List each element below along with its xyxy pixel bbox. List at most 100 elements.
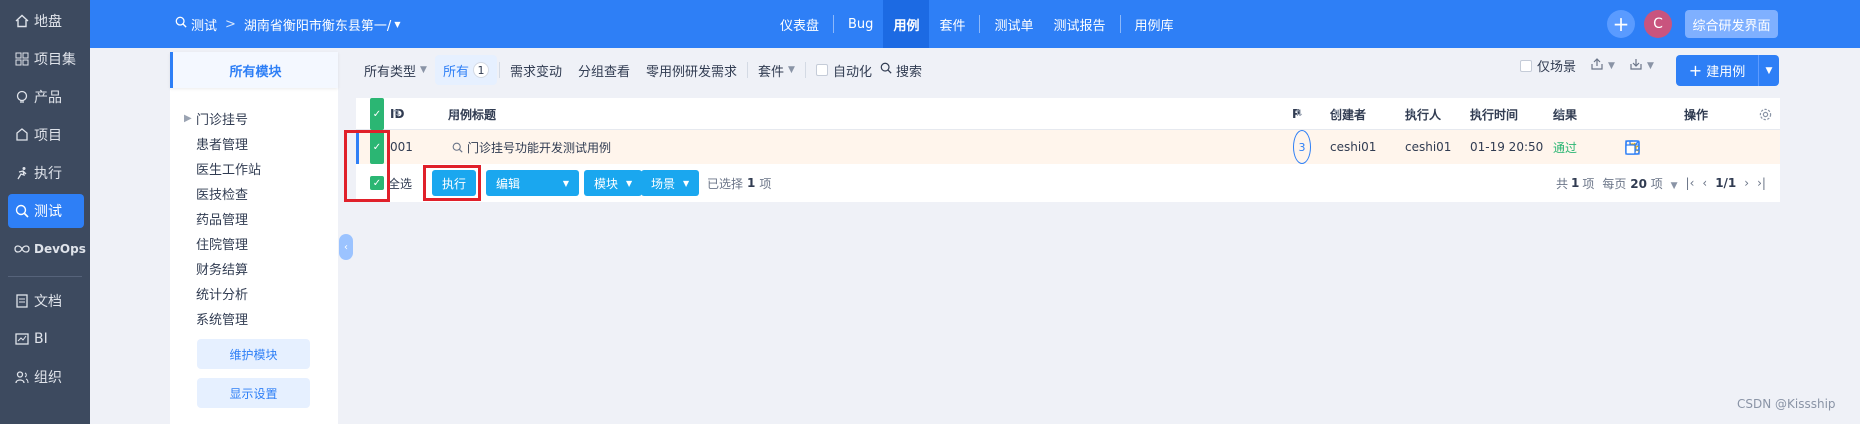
sort-icon: ⇅ <box>451 109 459 119</box>
breadcrumb-product-selector[interactable]: 湖南省衡阳市衡东县第一/ <box>244 15 391 34</box>
page-indicator: 1/1 <box>1715 176 1737 190</box>
sort-icon: ⇅ <box>1333 109 1341 119</box>
collapse-panel-handle[interactable]: ‹ <box>339 234 353 260</box>
filter-story-change[interactable]: 需求变动 <box>502 55 570 85</box>
avatar[interactable]: C <box>1644 10 1672 38</box>
pager: 共 1 项 每页 20 项 ▼ |‹ ‹ 1/1 › ›| <box>1556 175 1766 192</box>
batch-module-button[interactable]: 模块 ▼ <box>584 170 643 196</box>
sidebar-item-test[interactable]: 测试 <box>8 194 84 228</box>
next-page-icon[interactable]: › <box>1744 176 1749 190</box>
sidebar-item-home[interactable]: 地盘 <box>8 4 84 38</box>
zero-case-stories[interactable]: 零用例研发需求 <box>638 55 745 85</box>
sidebar-item-label: 项目 <box>34 128 62 144</box>
caret-right-icon[interactable]: ▶ <box>184 113 196 124</box>
run-icon <box>14 165 30 181</box>
sidebar-item-execution[interactable]: 执行 <box>8 156 84 190</box>
scene-only-checkbox[interactable]: 仅场景 <box>1520 56 1576 75</box>
module-item[interactable]: 财务结算 <box>184 256 261 281</box>
display-settings-button[interactable]: 显示设置 <box>197 378 310 408</box>
suite-filter[interactable]: 套件 ▼ <box>750 55 803 85</box>
nav-suite[interactable]: 套件 <box>929 0 975 48</box>
column-settings-icon[interactable] <box>1759 98 1772 130</box>
sidebar-item-org[interactable]: 组织 <box>8 360 84 394</box>
filter-all[interactable]: 所有 1 <box>434 55 497 85</box>
sidebar-item-project[interactable]: 项目 <box>8 118 84 152</box>
top-nav: 仪表盘 Bug 用例 套件 测试单 测试报告 用例库 <box>770 0 1184 48</box>
project-icon <box>14 127 30 143</box>
checkbox[interactable] <box>815 64 828 76</box>
sidebar-item-label: 文档 <box>34 294 62 310</box>
table-footer: ✓ 全选 执行 编辑 ▼ 模块 ▼ 场景 ▼ 已选择 1 项 共 1 项 每页 20… <box>356 164 1780 202</box>
nav-caselib[interactable]: 用例库 <box>1125 0 1184 48</box>
sidebar-divider <box>8 276 82 277</box>
last-page-icon[interactable]: ›| <box>1757 176 1766 190</box>
nav-testtask[interactable]: 测试单 <box>984 0 1043 48</box>
export-button[interactable]: ▼ <box>1590 57 1615 74</box>
module-item[interactable]: ▶ 门诊挂号 <box>184 106 261 131</box>
plus-icon: + <box>1688 61 1703 80</box>
module-item[interactable]: 医生工作站 <box>184 156 261 181</box>
checkbox[interactable] <box>1520 59 1532 72</box>
table-row[interactable]: ✓ 001 门诊挂号功能开发测试用例 3 ceshi01 ceshi01 01-… <box>356 130 1780 164</box>
nav-bug[interactable]: Bug <box>838 0 883 48</box>
prev-page-icon[interactable]: ‹ <box>1702 176 1707 190</box>
import-button[interactable]: ▼ <box>1629 58 1654 74</box>
create-case-main[interactable]: + 建用例 <box>1676 61 1758 80</box>
group-view[interactable]: 分组查看 <box>570 55 638 85</box>
caret-down-icon: ▼ <box>1608 60 1615 71</box>
caret-down-icon: ▼ <box>420 65 427 75</box>
test-icon <box>14 203 30 219</box>
copy-icon[interactable] <box>1624 130 1640 164</box>
search-icon <box>452 142 463 153</box>
sidebar-item-bi[interactable]: BI <box>8 322 84 356</box>
module-item[interactable]: 系统管理 <box>184 306 261 331</box>
create-case-button[interactable]: + 建用例 ▼ <box>1676 55 1779 86</box>
breadcrumb-root[interactable]: 测试 <box>191 15 217 34</box>
module-item[interactable]: 医技检查 <box>184 181 261 206</box>
import-icon <box>1629 58 1643 74</box>
search-icon <box>880 62 892 78</box>
test-icon <box>175 16 187 32</box>
sidebar-item-doc[interactable]: 文档 <box>8 284 84 318</box>
toolbar-divider <box>498 62 500 78</box>
nav-dashboard[interactable]: 仪表盘 <box>770 0 829 48</box>
module-panel-header[interactable]: 所有模块 <box>170 52 338 88</box>
caret-down-icon: ▼ <box>1670 180 1678 191</box>
search-toggle[interactable]: 搜索 <box>880 55 930 85</box>
module-item[interactable]: 患者管理 <box>184 131 261 156</box>
sidebar-item-label: 执行 <box>34 166 62 182</box>
sort-icon: ⇅ <box>1473 109 1481 119</box>
case-creator: ceshi01 <box>1330 140 1377 154</box>
nav-case[interactable]: 用例 <box>883 0 930 48</box>
doc-icon <box>14 293 30 309</box>
first-page-icon[interactable]: |‹ <box>1686 176 1695 190</box>
table-header: ✓ ID ⇅ 用例标题 ⇅ P ⇅ 创建者 ⇅ 执行人 ⇅ 执行时间 ⇅ 结果 ⇅ 操作 <box>356 98 1780 130</box>
quick-create-button[interactable]: + <box>1607 10 1635 38</box>
module-item[interactable]: 统计分析 <box>184 281 261 306</box>
filter-all-types[interactable]: 所有类型 ▼ <box>356 55 435 85</box>
create-case-dropdown[interactable]: ▼ <box>1758 55 1779 86</box>
case-exec-time: 01-19 20:50 <box>1470 140 1544 154</box>
sidebar-item-label: 项目集 <box>34 52 76 68</box>
caret-down-icon[interactable]: ▼ <box>553 179 579 188</box>
module-item[interactable]: 住院管理 <box>184 231 261 256</box>
case-title-link[interactable]: 门诊挂号功能开发测试用例 <box>452 130 611 164</box>
batch-edit-button[interactable]: 编辑 ▼ <box>486 170 579 196</box>
nav-divider <box>979 15 981 33</box>
sidebar-item-label: 组织 <box>34 370 62 386</box>
sidebar: 地盘 项目集 产品 项目 执行 测试 DevOps 文档 BI 组织 <box>0 0 90 424</box>
per-page-selector[interactable]: 每页 20 项 ▼ <box>1602 175 1677 192</box>
nav-divider <box>1119 15 1121 33</box>
people-icon <box>14 369 30 385</box>
module-item[interactable]: 药品管理 <box>184 206 261 231</box>
sidebar-item-devops[interactable]: DevOps <box>8 232 86 266</box>
sidebar-item-program[interactable]: 项目集 <box>8 42 84 76</box>
column-actions: 操作 <box>1684 107 1709 122</box>
nav-report[interactable]: 测试报告 <box>1043 0 1115 48</box>
maintain-module-button[interactable]: 维护模块 <box>197 339 310 369</box>
automation-checkbox[interactable]: 自动化 <box>808 55 880 85</box>
vision-switch-button[interactable]: 综合研发界面 <box>1685 10 1778 38</box>
batch-scene-button[interactable]: 场景 ▼ <box>641 170 700 196</box>
sidebar-item-label: 产品 <box>34 90 62 106</box>
sidebar-item-product[interactable]: 产品 <box>8 80 84 114</box>
